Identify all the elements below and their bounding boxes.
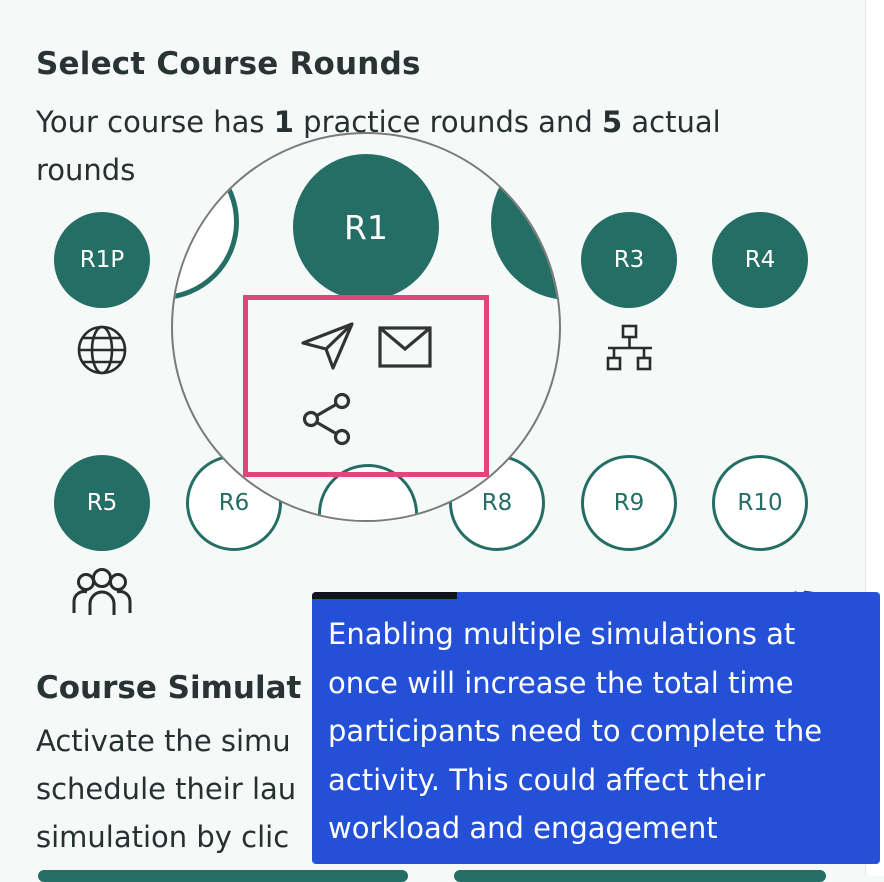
users-icon [72,568,132,615]
actual-count: 5 [601,105,623,139]
round-r3-button[interactable]: R3 [581,212,677,308]
simulation-section-title: Course Simulat [36,670,302,706]
magnifier-lens: R1 [171,132,561,522]
round-r10-button[interactable]: R10 [712,455,808,551]
magnified-round-r1[interactable]: R1 [293,154,439,300]
tooltip-progress-bar [312,592,457,599]
round-r5-button[interactable]: R5 [54,455,150,551]
bottom-action-button-right[interactable] [454,870,826,882]
round-r4-button[interactable]: R4 [712,212,808,308]
share-icon[interactable] [302,392,352,446]
tooltip-text: Enabling multiple simulations at once wi… [328,617,823,845]
rounds-section-title: Select Course Rounds [36,46,421,82]
highlight-box [243,295,489,477]
network-icon [606,324,652,371]
send-icon[interactable] [300,321,356,371]
globe-icon [77,325,127,375]
round-r9-button[interactable]: R9 [581,455,677,551]
round-r1p-button[interactable]: R1P [54,212,150,308]
practice-count: 1 [273,105,294,139]
simulation-description-line-2: schedule their lau [36,772,297,806]
mail-icon[interactable] [377,325,433,369]
simulation-description-line-3: simulation by clic [36,820,290,854]
warning-tooltip: Enabling multiple simulations at once wi… [312,592,880,864]
simulation-description-line-1: Activate the simu [36,724,291,758]
bottom-action-button-left[interactable] [38,870,408,882]
